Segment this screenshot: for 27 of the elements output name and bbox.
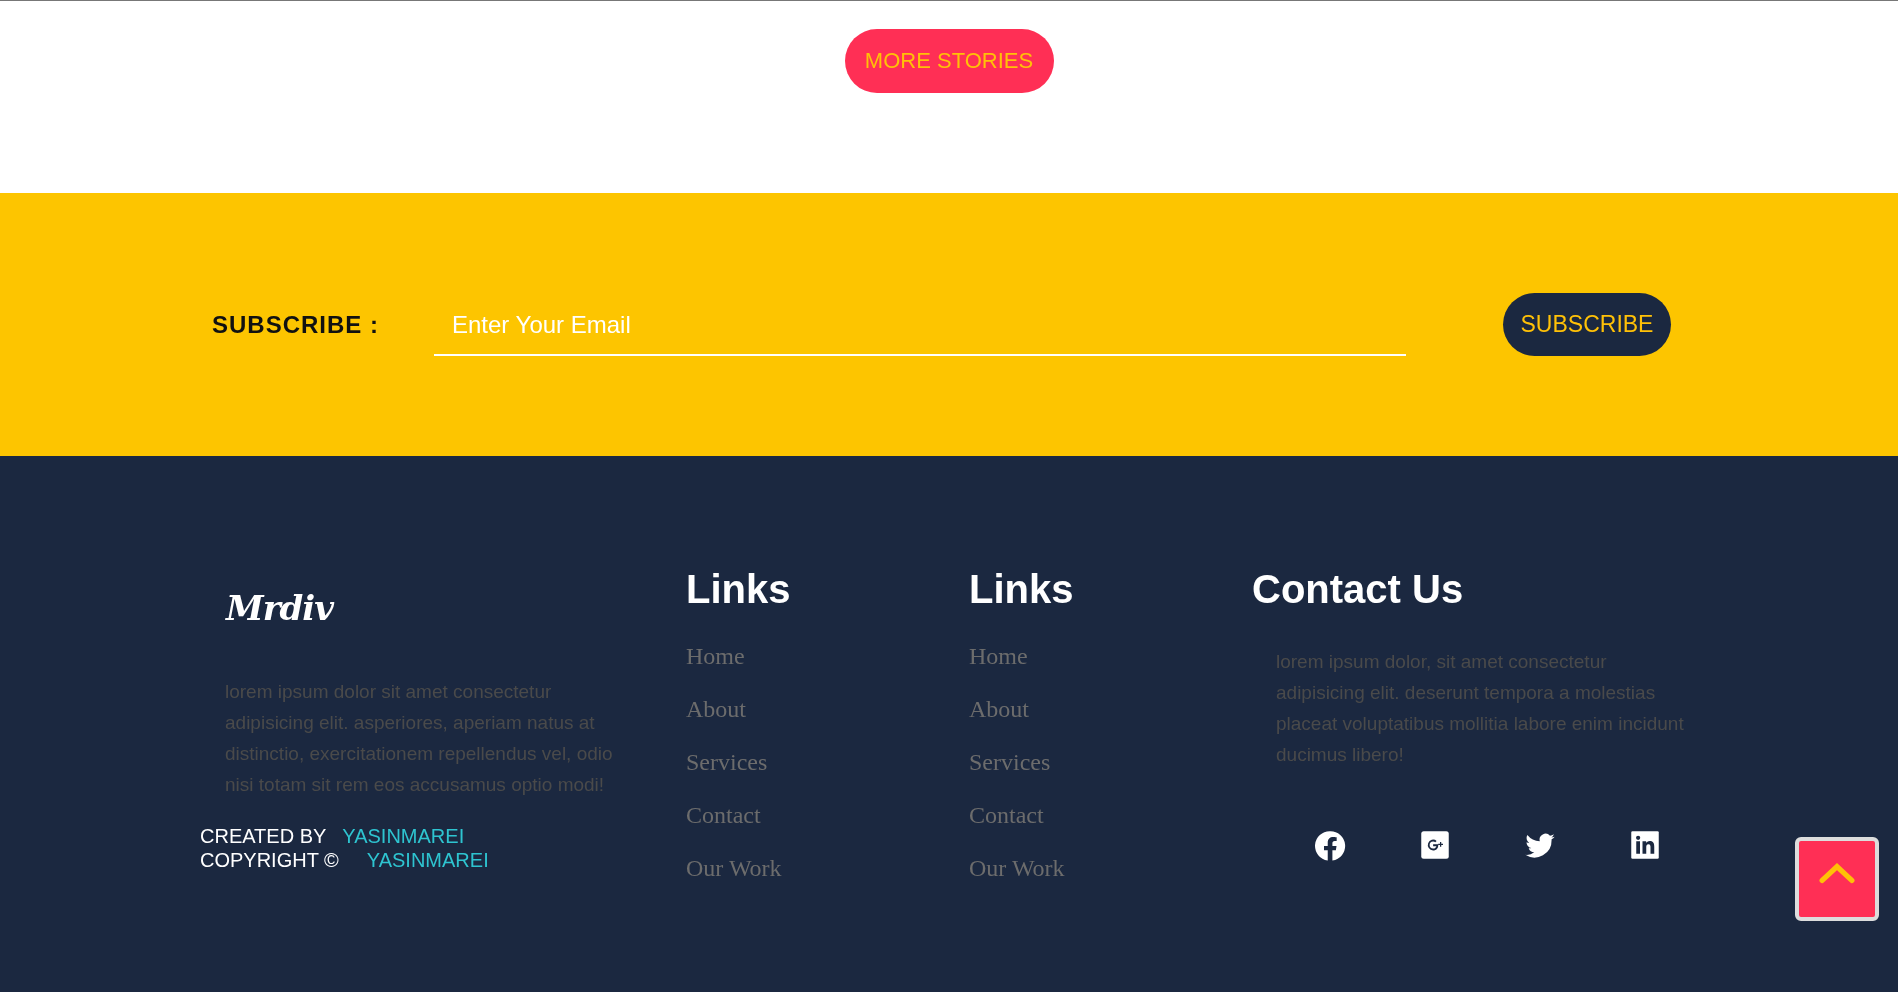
footer-link[interactable]: Services xyxy=(969,748,1051,776)
author-link[interactable]: YASINMAREI xyxy=(342,824,465,848)
footer-link[interactable]: Contact xyxy=(969,801,1044,829)
chevron-up-icon xyxy=(1819,862,1855,884)
subscribe-label: SUBSCRIBE : xyxy=(212,310,380,339)
footer-link[interactable]: Contact xyxy=(686,801,761,829)
google-plus-icon[interactable] xyxy=(1420,830,1450,860)
subscribe-button[interactable]: SUBSCRIBE xyxy=(1503,293,1671,356)
column-heading: Links xyxy=(969,566,1074,612)
column-heading: Links xyxy=(686,566,791,612)
footer-link[interactable]: Home xyxy=(686,642,745,670)
more-stories-button[interactable]: MORE STORIES xyxy=(844,29,1054,93)
footer-link[interactable]: Our Work xyxy=(686,854,782,882)
email-field[interactable]: Enter Your Email xyxy=(434,295,1406,356)
linkedin-icon[interactable] xyxy=(1630,830,1660,860)
author-link[interactable]: YASINMAREI xyxy=(366,848,489,872)
facebook-icon[interactable] xyxy=(1314,830,1346,862)
credit-label: CREATED BY xyxy=(200,824,327,848)
logo: Mrdiv xyxy=(226,588,333,628)
footer-link[interactable]: Our Work xyxy=(969,854,1065,882)
footer-link[interactable]: About xyxy=(686,695,746,723)
footer-link[interactable]: Home xyxy=(969,642,1028,670)
column-heading: Contact Us xyxy=(1252,566,1464,612)
credit-label: COPYRIGHT © xyxy=(200,848,339,872)
footer-link[interactable]: About xyxy=(969,695,1029,723)
footer-link[interactable]: Services xyxy=(686,748,768,776)
scroll-top-button[interactable] xyxy=(1795,837,1879,921)
